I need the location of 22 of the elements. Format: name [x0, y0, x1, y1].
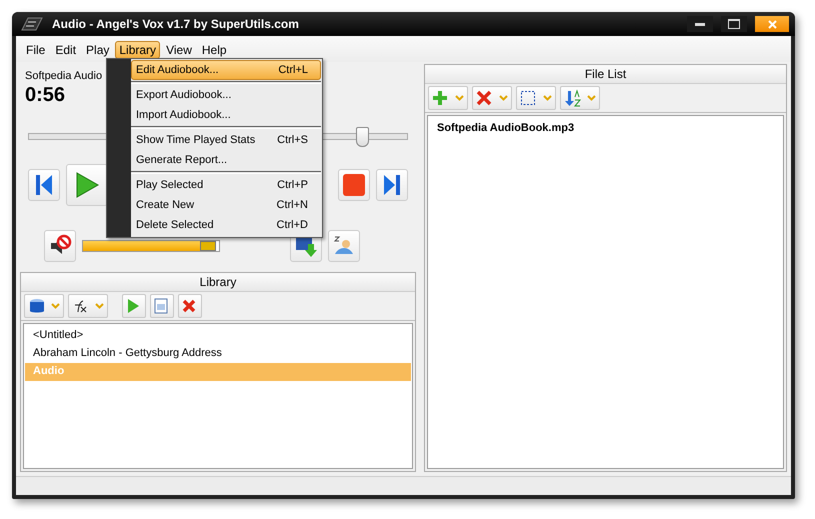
panel-header: Library — [21, 273, 415, 292]
elapsed-time: 0:56 — [25, 84, 66, 107]
menu-item[interactable]: File — [22, 41, 50, 59]
list-entry[interactable]: Abraham Lincoln - Gettysburg Address — [25, 345, 411, 363]
menu-entry[interactable]: Show Time Played Stats Ctrl+S — [131, 130, 321, 150]
menu-item[interactable]: Play — [82, 41, 114, 59]
menu-entry[interactable]: Play Selected Ctrl+P — [131, 175, 321, 195]
list-entry[interactable]: Softpedia AudioBook.mp3 — [429, 120, 782, 138]
panel-header: File List — [425, 65, 786, 84]
menu-entry[interactable]: Create New Ctrl+N — [131, 195, 321, 215]
menu-item[interactable]: View — [162, 41, 196, 59]
menu-item[interactable]: Library — [115, 41, 160, 59]
menu-entry[interactable]: Delete Selected Ctrl+D — [131, 215, 321, 235]
menu-entry[interactable]: Edit Audiobook... Ctrl+L — [131, 60, 321, 80]
menu-entry[interactable]: Import Audiobook... — [131, 105, 321, 125]
list-entry[interactable]: <Untitled> — [25, 327, 411, 345]
menu-entry[interactable]: Export Audiobook... — [131, 85, 321, 105]
menu-entry[interactable]: Generate Report... — [131, 150, 321, 170]
track-title: Softpedia Audio — [25, 70, 102, 82]
menu-item[interactable]: Edit — [51, 41, 80, 59]
menu-item[interactable]: Help — [198, 41, 231, 59]
window-title: Audio - Angel's Vox v1.7 by SuperUtils.com — [52, 17, 300, 31]
